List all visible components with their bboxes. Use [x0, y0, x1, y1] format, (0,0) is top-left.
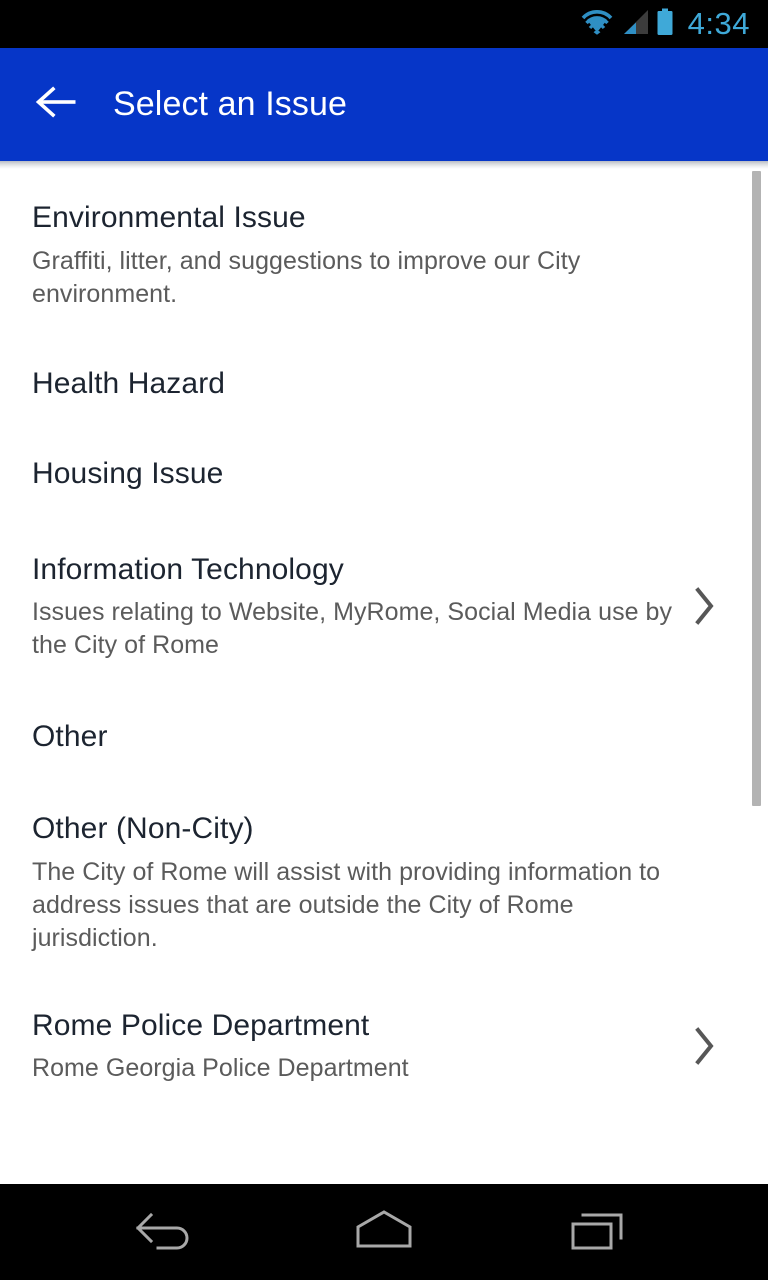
list-item[interactable]: Housing Issue	[0, 445, 768, 543]
app-bar: Select an Issue	[0, 48, 768, 161]
list-item[interactable]: Other (Non-City) The City of Rome will a…	[0, 800, 768, 997]
back-icon	[133, 1207, 203, 1258]
status-icon-group	[580, 8, 674, 41]
list-item[interactable]: Information Technology Issues relating t…	[0, 543, 768, 709]
list-item-title: Other	[32, 720, 108, 754]
list-item-text: Rome Police Department Rome Georgia Poli…	[32, 1007, 684, 1086]
nav-recents-button[interactable]	[552, 1196, 648, 1268]
chevron-right-icon[interactable]	[688, 587, 722, 626]
issue-list-container[interactable]: Environmental Issue Graffiti, litter, an…	[0, 169, 768, 1184]
status-bar-clock: 4:34	[687, 6, 750, 41]
list-item-subtitle: The City of Rome will assist with provid…	[32, 857, 661, 952]
list-item-title: Health Hazard	[32, 366, 226, 400]
list-item[interactable]: Other	[0, 708, 768, 800]
list-item-text: Health Hazard	[32, 365, 684, 403]
page-title: Select an Issue	[113, 85, 347, 123]
list-item-title: Environmental Issue	[32, 201, 306, 234]
list-item-title: Rome Police Department	[32, 1008, 370, 1042]
list-item-subtitle: Issues relating to Website, MyRome, Soci…	[32, 598, 673, 659]
list-item-title: Housing Issue	[32, 456, 224, 490]
list-item-text: Other	[32, 718, 684, 756]
list-item[interactable]: Rome Police Department Rome Georgia Poli…	[0, 997, 768, 1116]
list-item-text: Environmental Issue Graffiti, litter, an…	[32, 199, 684, 311]
arrow-left-icon	[35, 85, 79, 124]
nav-back-button[interactable]	[120, 1196, 216, 1268]
status-bar: 4:34	[0, 0, 768, 48]
home-icon	[353, 1208, 415, 1257]
recents-icon	[569, 1208, 631, 1257]
list-item-text: Housing Issue	[32, 455, 684, 493]
battery-icon	[656, 8, 674, 41]
chevron-right-icon[interactable]	[688, 1026, 722, 1065]
app-bar-shadow	[0, 161, 768, 169]
android-nav-bar	[0, 1184, 768, 1280]
issue-list: Environmental Issue Graffiti, litter, an…	[0, 169, 768, 1115]
list-item-subtitle: Graffiti, litter, and suggestions to imp…	[32, 246, 581, 308]
list-item[interactable]: Environmental Issue Graffiti, litter, an…	[0, 181, 768, 355]
nav-home-button[interactable]	[336, 1196, 432, 1268]
list-item[interactable]: Health Hazard	[0, 355, 768, 445]
phone-screen: 4:34 Select an Issue Environmental Issue…	[0, 0, 768, 1280]
wifi-icon	[580, 9, 614, 40]
list-item-subtitle: Rome Georgia Police Department	[32, 1054, 409, 1082]
list-item-text: Information Technology Issues relating t…	[32, 551, 684, 663]
back-button[interactable]	[34, 82, 80, 128]
list-item-text: Other (Non-City) The City of Rome will a…	[32, 810, 684, 955]
scrollbar-thumb[interactable]	[752, 171, 761, 806]
list-item-title: Information Technology	[32, 552, 344, 586]
list-item-title: Other (Non-City)	[32, 812, 254, 845]
cell-signal-icon	[621, 9, 649, 40]
